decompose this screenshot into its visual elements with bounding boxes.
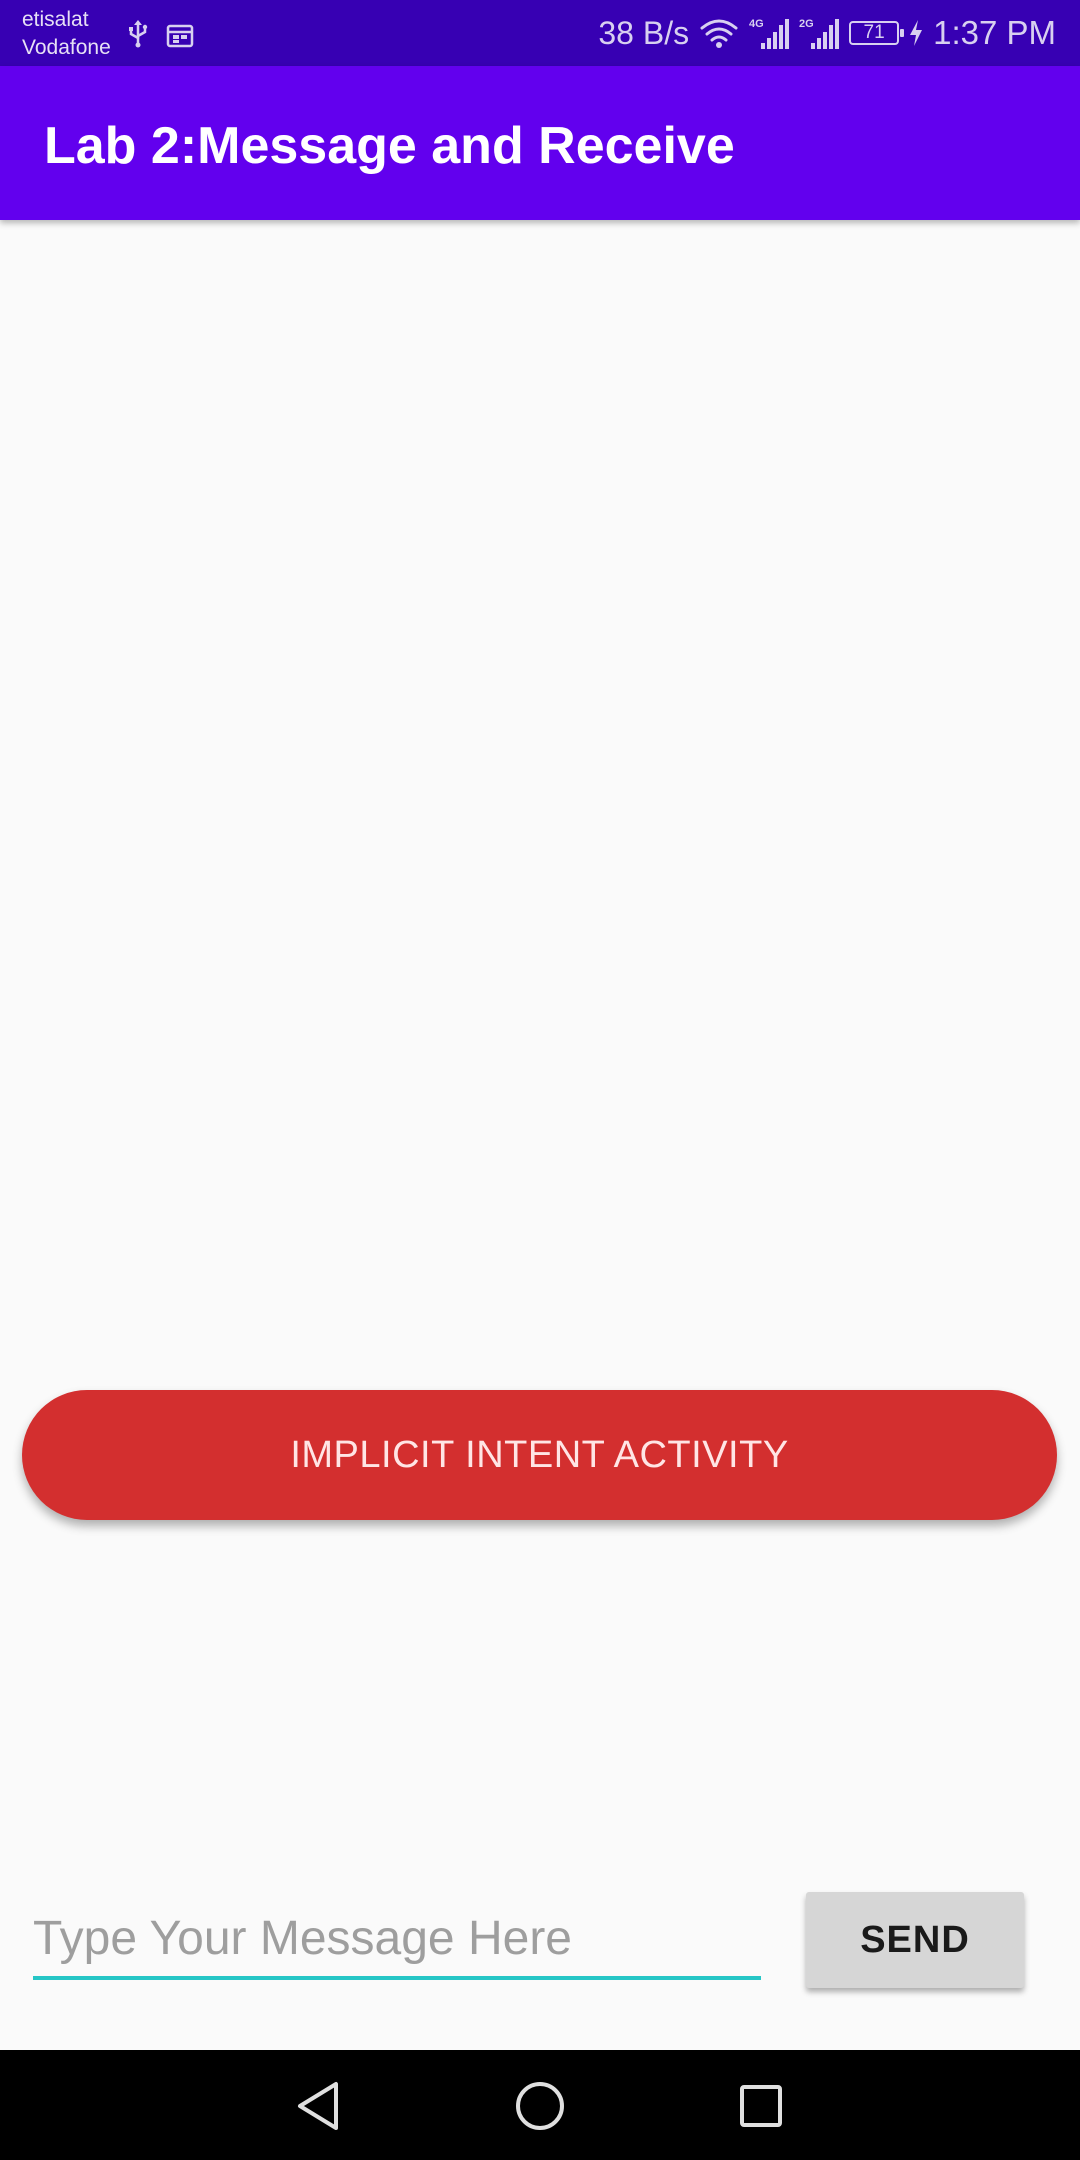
battery-level: 71 <box>863 22 885 43</box>
wifi-icon <box>700 19 738 48</box>
recent-apps-icon[interactable] <box>733 2078 789 2134</box>
back-icon[interactable] <box>292 2078 348 2134</box>
home-icon[interactable] <box>512 2078 568 2134</box>
status-bar: etisalat Vodafone 38 B/s 4G 2G 71 1:37 P… <box>0 0 1080 66</box>
signal-4g-icon: 4G <box>749 18 790 49</box>
implicit-intent-button[interactable]: IMPLICIT INTENT ACTIVITY <box>22 1390 1057 1520</box>
page-title: Lab 2:Message and Receive <box>44 117 735 175</box>
calendar-icon <box>166 24 194 48</box>
battery-icon: 71 <box>849 21 905 45</box>
message-input[interactable] <box>33 1900 761 1980</box>
status-right: 38 B/s 4G 2G 71 1:37 PM <box>598 12 1056 54</box>
usb-icon <box>129 20 148 48</box>
charging-icon <box>910 20 923 46</box>
carrier-2: Vodafone <box>22 36 111 59</box>
implicit-intent-button-label: IMPLICIT INTENT ACTIVITY <box>290 1433 789 1476</box>
clock: 1:37 PM <box>933 14 1056 51</box>
send-button[interactable]: SEND <box>806 1892 1024 1988</box>
signal-2g-icon: 2G <box>799 18 840 49</box>
carrier-1: etisalat <box>22 8 89 31</box>
carrier-info: etisalat Vodafone <box>22 6 111 62</box>
network-label-1: 4G <box>749 18 764 30</box>
app-bar: Lab 2:Message and Receive <box>0 66 1080 220</box>
network-label-2: 2G <box>799 18 814 30</box>
send-button-label: SEND <box>860 1918 970 1961</box>
navigation-bar <box>0 2050 1080 2160</box>
network-speed: 38 B/s <box>598 14 690 51</box>
